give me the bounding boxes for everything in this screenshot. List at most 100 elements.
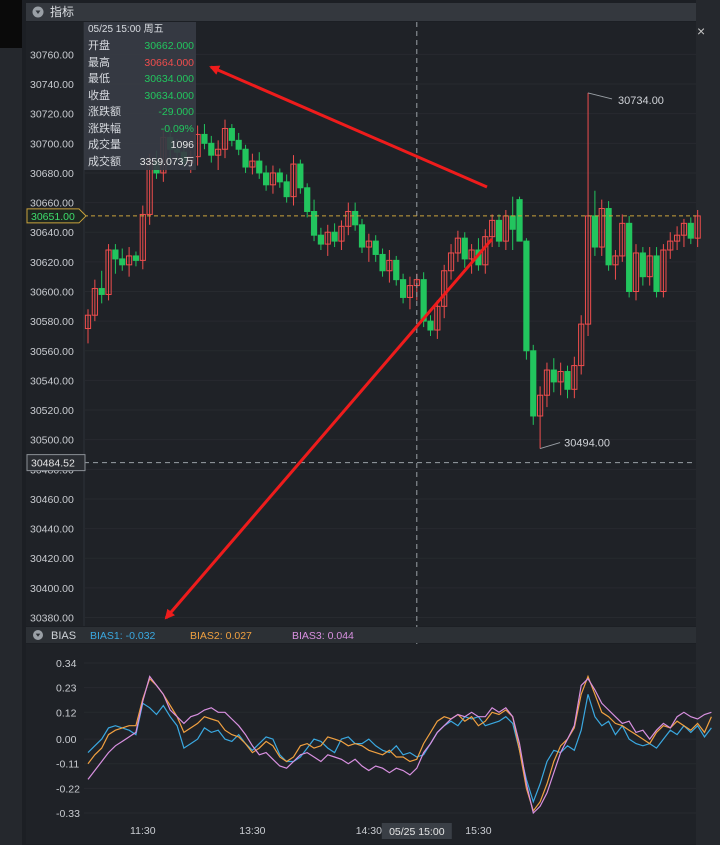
y-tick-label: 30520.00: [30, 405, 74, 417]
y-tick-label: 30460.00: [30, 494, 74, 506]
candle-body: [523, 240, 530, 352]
tooltip-label: 涨跌幅: [88, 122, 121, 135]
candle-body: [550, 369, 557, 383]
y-tick-label: 30380.00: [30, 613, 74, 625]
tooltip-row: 收盘 30634.000: [84, 88, 196, 105]
bias-legend-item: BIAS1: -0.032: [90, 630, 156, 642]
candle-body: [201, 133, 208, 144]
left-strip: [0, 0, 22, 845]
candle-body: [317, 234, 324, 245]
candle-body: [639, 252, 646, 278]
y-tick-label: 30680.00: [30, 168, 74, 180]
y-tick-label: 30720.00: [30, 109, 74, 121]
y-tick-label: 30420.00: [30, 553, 74, 565]
candle-body: [228, 128, 235, 141]
tooltip-value: 30634.000: [144, 89, 194, 102]
x-tick-label: 11:30: [130, 825, 156, 837]
candle-body: [509, 215, 516, 230]
tooltip-value: 30662.000: [144, 40, 194, 52]
candle-body: [372, 240, 379, 255]
candle-body: [132, 255, 140, 261]
tooltip-row: 涨跌幅 -0.09%: [84, 121, 196, 138]
x-tick-label: 14:30: [356, 825, 382, 837]
candle-body: [235, 139, 242, 150]
y-tick-label: 30440.00: [30, 524, 74, 536]
bias-y-tick-label: -0.33: [56, 808, 80, 820]
panel-title: 指标: [50, 4, 74, 19]
ref-price-label: 30651.00: [31, 211, 75, 223]
candle-body: [564, 371, 571, 390]
tooltip-row: 涨跌额 -29.000: [84, 104, 196, 121]
tooltip-label: 成交额: [88, 155, 121, 168]
collapse-icon[interactable]: [32, 6, 44, 18]
y-tick-label: 30740.00: [30, 79, 74, 91]
tooltip-label: 最低: [88, 73, 110, 85]
candle-body: [304, 187, 311, 212]
bias-y-tick-label: 0.23: [56, 683, 77, 695]
crosshair-price-label: 30484.52: [31, 458, 75, 470]
crosshair-time-label: 05/25 15:00: [389, 826, 445, 838]
y-tick-label: 30560.00: [30, 346, 74, 358]
y-tick-label: 30500.00: [30, 435, 74, 447]
candle-body: [256, 160, 263, 174]
y-tick-label: 30400.00: [30, 583, 74, 595]
candle-body: [276, 172, 283, 183]
candle-body: [112, 249, 119, 260]
candle-body: [461, 237, 468, 260]
candle[interactable]: [605, 201, 612, 271]
candle-body: [297, 163, 304, 189]
tooltip-label: 收盘: [88, 89, 110, 102]
tooltip-value: 30664.000: [144, 56, 194, 69]
tooltip-row: 成交额 3359.073万: [84, 154, 196, 171]
candle-body: [687, 222, 694, 239]
candle[interactable]: [523, 238, 530, 360]
candle-body: [530, 350, 537, 417]
candle-body: [379, 253, 386, 272]
candle-body: [653, 255, 660, 293]
tooltip-label: 涨跌额: [88, 106, 121, 118]
candle-body: [605, 208, 612, 266]
bias-y-tick-label: 0.00: [56, 734, 77, 746]
y-tick-label: 30620.00: [30, 257, 74, 269]
y-tick-label: 30660.00: [30, 198, 74, 210]
left-dark-block: [0, 0, 22, 48]
x-tick-label: 15:30: [465, 825, 491, 837]
candle-body: [516, 199, 523, 242]
y-tick-label: 30600.00: [30, 287, 74, 299]
tooltip-value: 30634.000: [144, 73, 194, 85]
ohlc-tooltip: 05/25 15:00 周五 开盘 30662.000 最高 30664.000 最低 3…: [84, 22, 196, 170]
candle[interactable]: [626, 215, 633, 298]
candle-body: [310, 210, 318, 236]
tooltip-value: -29.000: [158, 106, 194, 118]
candle-body: [352, 210, 359, 226]
candle-body: [626, 222, 633, 292]
tooltip-value: -0.09%: [160, 122, 194, 135]
candle-body: [283, 181, 290, 198]
tooltip-header: 05/25 15:00 周五: [88, 24, 164, 35]
tooltip-value: 1096: [170, 139, 194, 151]
bias-y-tick-label: -0.22: [56, 783, 80, 795]
low-annotation: 30494.00: [564, 438, 610, 450]
candle-body: [400, 279, 407, 298]
y-tick-label: 30700.00: [30, 138, 74, 150]
panel-header: [26, 3, 696, 21]
bias-collapse-icon[interactable]: [33, 630, 43, 640]
candle-body: [98, 288, 105, 295]
candle-body: [591, 215, 598, 248]
tooltip-label: 成交量: [88, 139, 121, 151]
candle[interactable]: [516, 196, 523, 242]
bias-title: BIAS: [51, 630, 76, 642]
close-icon[interactable]: ×: [697, 23, 705, 39]
candle-body: [242, 148, 249, 168]
bias-legend-item: BIAS3: 0.044: [292, 630, 354, 642]
candle[interactable]: [530, 344, 537, 425]
bias-y-tick-label: 0.34: [56, 658, 77, 670]
candle-body: [119, 258, 126, 266]
tooltip-row: 最高 30664.000: [84, 55, 196, 72]
candle-body: [358, 224, 366, 248]
bias-legend-item: BIAS2: 0.027: [190, 630, 252, 642]
candle-body: [427, 320, 434, 331]
tooltip-row: 最低 30634.000: [84, 71, 196, 88]
tooltip-label: 最高: [88, 56, 110, 69]
tooltip-row: 开盘 30662.000: [84, 38, 196, 55]
